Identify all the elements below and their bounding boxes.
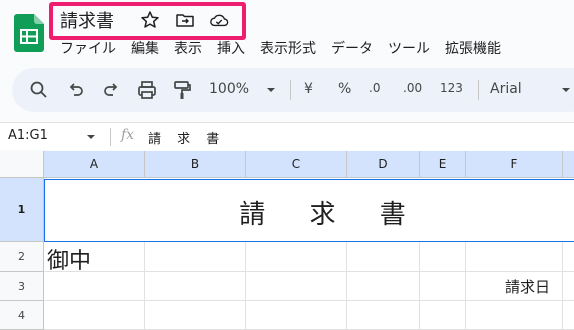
search-menus-icon[interactable] <box>28 79 50 101</box>
row-header-4[interactable]: 4 <box>0 301 44 330</box>
title-highlight-box <box>49 2 246 40</box>
more-formats-button[interactable]: 123 <box>440 81 463 95</box>
sheets-logo-icon[interactable] <box>14 14 44 52</box>
gridline <box>144 242 145 330</box>
menu-insert[interactable]: 挿入 <box>217 38 245 58</box>
chevron-down-icon[interactable] <box>555 79 574 101</box>
gridline <box>562 242 563 330</box>
column-header-b[interactable]: B <box>145 151 246 178</box>
gridline <box>44 271 574 272</box>
menu-data[interactable]: データ <box>331 38 373 58</box>
menu-view[interactable]: 表示 <box>174 38 202 58</box>
currency-format-button[interactable]: ¥ <box>304 81 313 97</box>
toolbar: 100% ¥ % .0 .00 123 Arial <box>12 68 574 112</box>
cell-a2[interactable]: 御中 <box>47 243 91 275</box>
name-box[interactable]: A1:G1 <box>8 128 48 143</box>
row-header-1[interactable]: 1 <box>0 178 44 242</box>
cell-a1-merged[interactable]: 請 求 書 <box>44 179 574 242</box>
chevron-down-icon[interactable] <box>84 130 98 144</box>
gridline <box>44 300 574 301</box>
menu-edit[interactable]: 編集 <box>131 38 159 58</box>
column-header-e[interactable]: E <box>420 151 466 178</box>
menu-tools[interactable]: ツール <box>388 38 430 58</box>
column-header-f[interactable]: F <box>466 151 563 178</box>
zoom-select[interactable]: 100% <box>209 81 249 97</box>
undo-icon[interactable] <box>65 79 87 101</box>
redo-icon[interactable] <box>100 79 122 101</box>
formula-input[interactable]: 請 求 書 <box>148 128 225 147</box>
gridline <box>346 242 347 330</box>
paint-format-icon[interactable] <box>171 79 193 101</box>
formula-bar: A1:G1 fx 請 求 書 <box>0 122 574 150</box>
cell-f3[interactable]: 請求日 <box>505 276 550 297</box>
gridline <box>465 242 466 330</box>
menu-extensions[interactable]: 拡張機能 <box>445 38 501 58</box>
row-header-3[interactable]: 3 <box>0 272 44 301</box>
font-select[interactable]: Arial <box>490 81 522 97</box>
invoice-heading: 請 求 書 <box>239 200 424 230</box>
menu-bar: ファイル 編集 表示 挿入 表示形式 データ ツール 拡張機能 <box>60 38 516 58</box>
gridline <box>245 242 246 330</box>
formula-bar-divider <box>110 128 111 146</box>
percent-format-button[interactable]: % <box>338 81 351 97</box>
column-header-a[interactable]: A <box>44 151 145 178</box>
select-all-corner[interactable] <box>0 151 44 178</box>
toolbar-divider <box>478 80 479 100</box>
row-header-2[interactable]: 2 <box>0 242 44 272</box>
fx-icon: fx <box>121 127 135 143</box>
print-icon[interactable] <box>136 79 158 101</box>
gridline <box>419 242 420 330</box>
column-header-c[interactable]: C <box>246 151 347 178</box>
toolbar-divider <box>290 80 291 100</box>
column-header-g[interactable] <box>563 151 574 178</box>
increase-decimal-button[interactable]: .00 <box>403 81 422 95</box>
column-header-d[interactable]: D <box>347 151 420 178</box>
menu-file[interactable]: ファイル <box>60 38 116 58</box>
chevron-down-icon[interactable] <box>260 79 282 101</box>
menu-format[interactable]: 表示形式 <box>260 38 316 58</box>
decrease-decimal-button[interactable]: .0 <box>369 81 380 95</box>
title-bar: 請求書 ファイル 編集 表示 挿入 表示形式 データ ツール 拡張機能 <box>0 0 574 64</box>
spreadsheet-grid: A B C D E F 1 2 3 4 請 求 書 御中 請求日 <box>0 151 574 330</box>
